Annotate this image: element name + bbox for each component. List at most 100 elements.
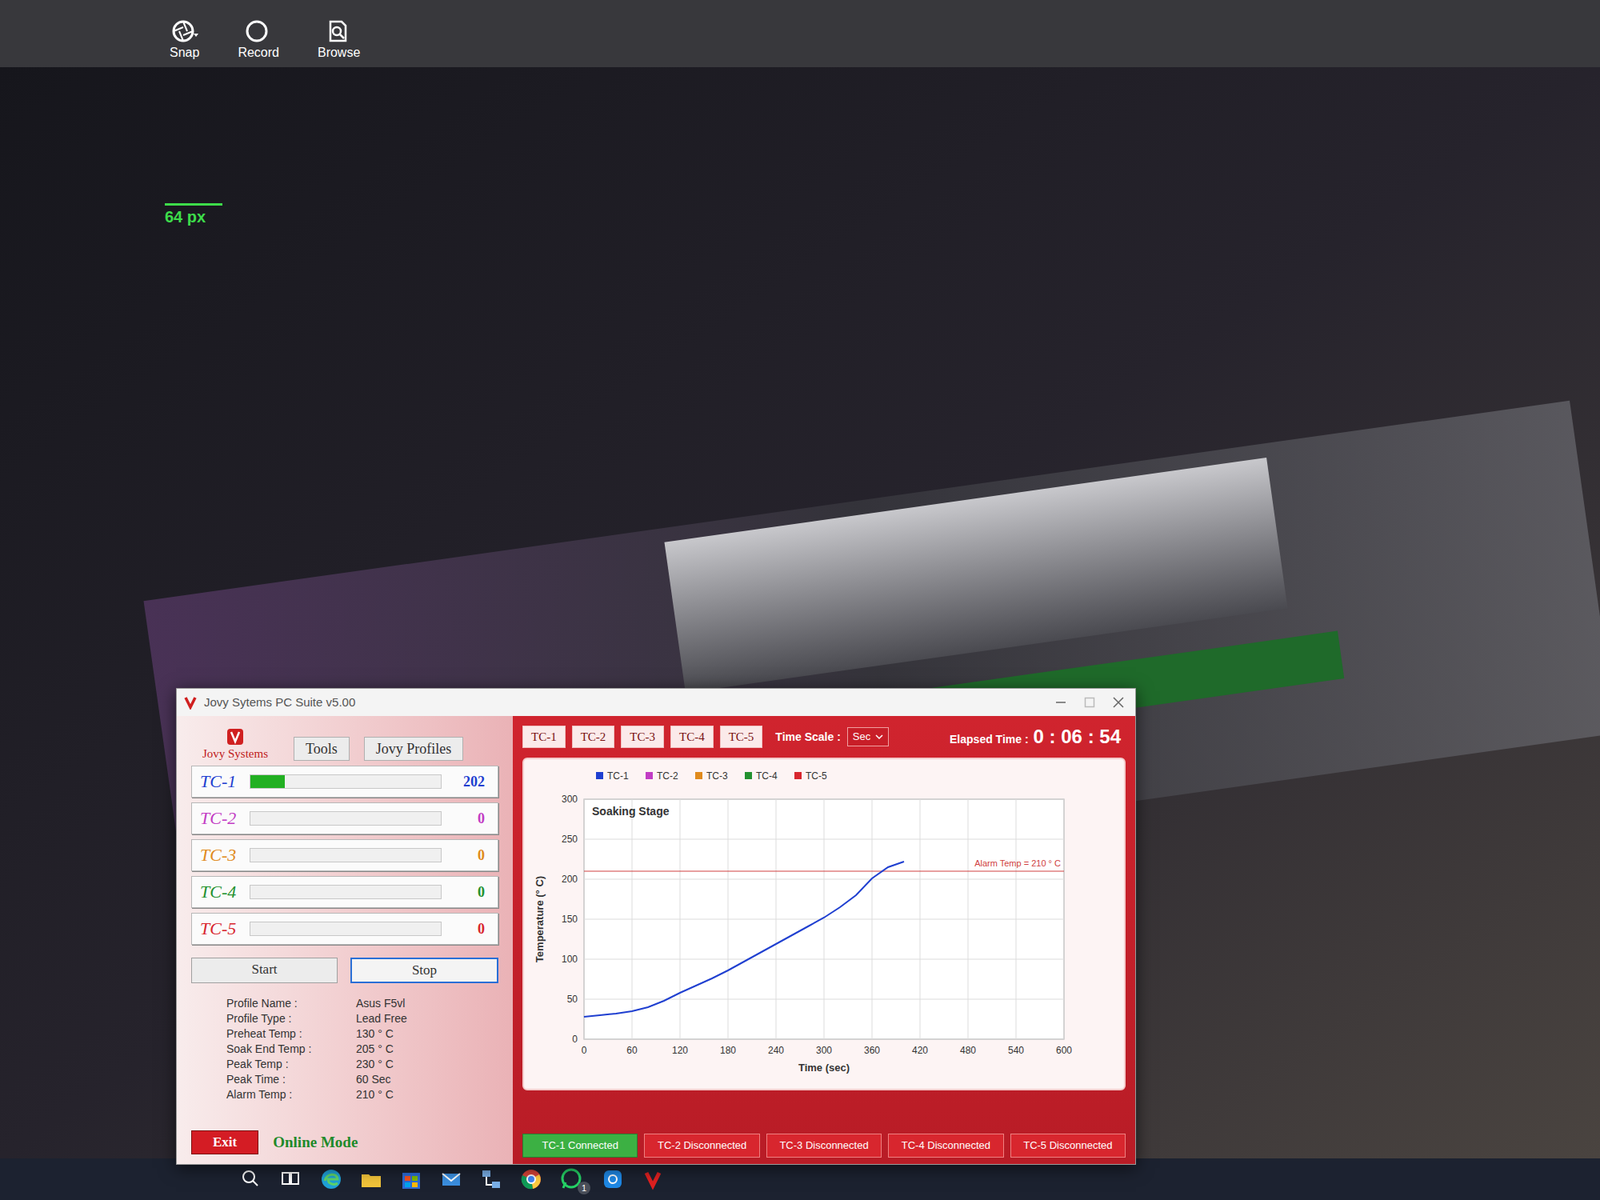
grid-line [680,799,681,1040]
legend-label: TC-1 [607,770,629,782]
channel-row: TC-4 0 [191,876,499,908]
x-axis-title: Time (sec) [798,1061,850,1074]
legend-swatch [596,772,604,780]
toolbar-button[interactable]: Browse [312,19,365,61]
profile-label: Profile Name : [226,996,347,1012]
x-tick: 360 [864,1044,880,1056]
bottom-row: ExitOnline Mode [191,1130,499,1158]
connection-status: TC-1 Connected [522,1133,638,1158]
maximize-icon[interactable] [1084,696,1096,708]
grid-line [1064,799,1065,1040]
level-track [249,884,442,900]
jovy-app-icon[interactable] [641,1168,664,1191]
screen: Snap Record Browse 64 px 1 Jovy Sytems PC … [0,0,1600,1200]
level-fill [250,775,285,788]
x-tick: 420 [912,1044,928,1056]
legend-label: TC-2 [656,770,679,782]
plot-area [584,799,1064,1040]
network-icon[interactable] [480,1168,503,1191]
channel-label: TC-4 [200,881,240,903]
y-axis-title: Temperature (° C) [533,876,546,963]
browse-icon [325,19,353,44]
notification-badge: 1 [577,1181,591,1195]
profile-label: Soak End Temp : [226,1041,347,1057]
logo: Jovy Systems [191,727,280,761]
left-panel: Jovy Systems Tools Jovy Profiles TC-1202 TC-… [176,716,513,1164]
toolbar-label: Record [237,44,280,61]
channel-row: TC-1202 [191,765,499,798]
channel-tab[interactable]: TC-2 [572,725,616,748]
mail-icon[interactable] [440,1168,463,1191]
whatsapp-button[interactable]: 1 [560,1167,584,1192]
toolbar: Snap Record Browse [0,0,1600,68]
elapsed-value: 0 : 06 : 54 [1033,725,1121,748]
profile-label: Profile Type : [226,1011,347,1027]
camera-shutter-icon [171,19,199,44]
channel-tab[interactable]: TC-1 [522,725,566,748]
profile-label: Peak Time : [226,1072,347,1088]
channel-tab[interactable]: TC-3 [620,725,664,748]
logo-text: Jovy Systems [202,746,268,761]
legend-label: TC-4 [756,770,778,782]
window-body: Jovy Systems Tools Jovy Profiles TC-1202 TC-… [176,716,1136,1164]
edge-icon[interactable] [320,1168,343,1191]
window-controls [1055,696,1129,708]
status-row: TC-1 ConnectedTC-2 DisconnectedTC-3 Disc… [522,1133,1126,1158]
y-tick: 200 [561,873,578,885]
profile-info: Profile Name :Asus F5vlProfile Type :Lea… [191,988,499,1103]
app-window: Jovy Sytems PC Suite v5.00 Jovy Systems T… [176,688,1136,1165]
profile-value: 205 ° C [356,1041,499,1057]
app-icon[interactable] [601,1168,624,1191]
channel-reading: 0 [451,920,490,938]
chrome-icon[interactable] [520,1168,543,1191]
store-icon[interactable] [400,1168,423,1191]
y-tick: 250 [561,833,578,845]
channel-label: TC-3 [200,844,240,866]
chart-title: Soaking Stage [592,804,670,818]
channel-tab[interactable]: TC-4 [670,725,714,748]
control-button[interactable]: Start [191,957,338,984]
profile-value: 230 ° C [356,1056,499,1072]
x-tick: 300 [816,1044,832,1056]
legend-swatch [695,772,703,780]
profile-label: Alarm Temp : [226,1087,347,1103]
level-track [249,848,442,863]
control-buttons: Start Stop [191,949,499,984]
channel-reading: 0 [451,809,490,828]
grid-line [968,799,969,1040]
elapsed-label: Elapsed Time : [949,731,1029,748]
toolbar-button[interactable]: Snap [164,19,204,61]
record-icon [244,19,272,44]
control-button[interactable]: Stop [350,957,499,984]
jovy-logo-icon [225,727,245,747]
menu-button[interactable]: Jovy Profiles [364,736,464,761]
exit-button[interactable]: Exit [191,1130,259,1155]
channel-row: TC-50 [191,912,499,945]
time-scale-select[interactable]: Sec [847,727,889,747]
menu-button[interactable]: Tools [293,736,350,761]
close-icon[interactable] [1112,696,1124,708]
series-line [584,861,904,1017]
folder-icon[interactable] [360,1168,383,1191]
y-tick: 100 [561,953,578,965]
minimize-icon[interactable] [1055,696,1067,708]
search-icon[interactable] [240,1168,263,1191]
connection-status: TC-2 Disconnected [644,1133,760,1158]
scale-label: 64 px [164,207,223,227]
grid-line [872,799,873,1040]
toolbar-button[interactable]: Record [232,19,284,61]
channel-reading: 0 [451,883,490,901]
grid-line [584,799,585,1040]
connection-status: TC-4 Disconnected [888,1133,1004,1158]
task-view-icon[interactable] [280,1168,303,1191]
profile-value: 60 Sec [356,1072,499,1088]
channel-tab[interactable]: TC-5 [720,725,764,748]
logo-row: Jovy Systems Tools Jovy Profiles [191,722,499,761]
window-title: Jovy Sytems PC Suite v5.00 [204,694,1049,711]
grid-line [776,799,777,1040]
chevron-down-icon [875,733,884,740]
title-bar: Jovy Sytems PC Suite v5.00 [176,688,1136,716]
chart-panel: 0501001502002503000601201802403003604204… [522,757,1126,1091]
y-tick: 0 [572,1033,578,1045]
profile-value: Lead Free [356,1011,499,1027]
